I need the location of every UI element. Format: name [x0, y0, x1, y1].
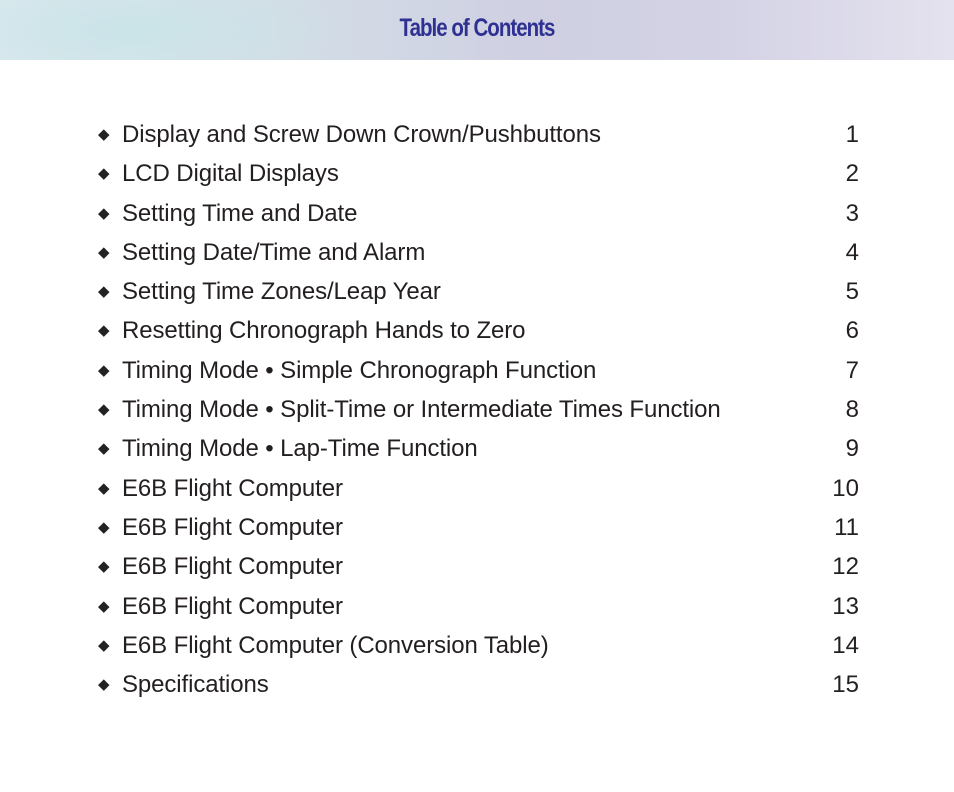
toc-entry-title: E6B Flight Computer: [122, 513, 343, 541]
toc-entry-title: Specifications: [122, 671, 269, 699]
toc-entry-page: 10: [832, 474, 859, 502]
diamond-bullet-icon: ◆: [98, 676, 110, 694]
toc-entry[interactable]: ◆ LCD Digital Displays 2: [97, 156, 859, 195]
toc-entry-title: Setting Time Zones/Leap Year: [122, 278, 441, 306]
diamond-bullet-icon: ◆: [98, 558, 110, 576]
toc-entry[interactable]: ◆ E6B Flight Computer 11: [97, 510, 859, 549]
page-title: Table of Contents: [399, 14, 556, 42]
toc-entry-page: 14: [832, 631, 859, 659]
toc-entry-title: E6B Flight Computer: [122, 474, 343, 502]
toc-entry-page: 7: [845, 356, 859, 384]
diamond-bullet-icon: ◆: [98, 283, 110, 301]
diamond-bullet-icon: ◆: [98, 479, 110, 497]
toc-entry[interactable]: ◆ E6B Flight Computer 13: [97, 589, 859, 628]
toc-entry[interactable]: ◆ Resetting Chronograph Hands to Zero 6: [97, 313, 859, 352]
toc-entry[interactable]: ◆ Timing Mode • Simple Chronograph Funct…: [97, 353, 859, 392]
toc-entry-page: 11: [834, 513, 859, 541]
toc-entry-title: E6B Flight Computer: [122, 592, 343, 620]
toc-entry-page: 15: [832, 671, 859, 699]
toc-entry-title: Resetting Chronograph Hands to Zero: [122, 317, 526, 345]
header-banner: Table of Contents: [0, 0, 954, 60]
toc-entry-page: 13: [832, 592, 859, 620]
toc-entry-title: Setting Date/Time and Alarm: [122, 238, 426, 266]
toc-entry-title: E6B Flight Computer (Conversion Table): [122, 631, 549, 659]
toc-entry-title: Timing Mode • Split-Time or Intermediate…: [122, 396, 721, 424]
diamond-bullet-icon: ◆: [98, 361, 110, 379]
diamond-bullet-icon: ◆: [98, 597, 110, 615]
diamond-bullet-icon: ◆: [98, 636, 110, 654]
toc-entry[interactable]: ◆ E6B Flight Computer 12: [97, 549, 859, 588]
toc-entry-page: 1: [845, 121, 859, 148]
toc-entry[interactable]: ◆ Timing Mode • Split-Time or Intermedia…: [97, 392, 859, 431]
toc-entry-page: 8: [845, 396, 859, 424]
toc-entry[interactable]: ◆ Specifications 15: [97, 667, 859, 706]
toc-entry[interactable]: ◆ Setting Date/Time and Alarm 4: [97, 235, 859, 274]
toc-entry[interactable]: ◆ Setting Time and Date 3: [97, 196, 859, 235]
toc-entry[interactable]: ◆ E6B Flight Computer 10: [97, 471, 859, 510]
toc-entry[interactable]: ◆ Setting Time Zones/Leap Year 5: [97, 274, 859, 313]
toc-entry-title: Display and Screw Down Crown/Pushbuttons: [122, 121, 601, 148]
toc-entry[interactable]: ◆ Timing Mode • Lap-Time Function 9: [97, 431, 859, 470]
toc-entry-page: 3: [845, 199, 859, 227]
toc-entry-title: Timing Mode • Simple Chronograph Functio…: [122, 356, 597, 384]
diamond-bullet-icon: ◆: [98, 518, 110, 536]
diamond-bullet-icon: ◆: [98, 126, 110, 143]
toc-entry-page: 6: [845, 317, 859, 345]
toc-entry-page: 4: [845, 238, 859, 266]
diamond-bullet-icon: ◆: [98, 322, 110, 340]
toc-entry[interactable]: ◆ E6B Flight Computer (Conversion Table)…: [97, 628, 859, 667]
toc-entry-title: Setting Time and Date: [122, 199, 358, 227]
diamond-bullet-icon: ◆: [98, 204, 110, 222]
diamond-bullet-icon: ◆: [98, 440, 110, 458]
diamond-bullet-icon: ◆: [98, 243, 110, 261]
diamond-bullet-icon: ◆: [98, 165, 110, 183]
toc-entry-title: E6B Flight Computer: [122, 553, 343, 581]
toc-entry-title: Timing Mode • Lap-Time Function: [122, 435, 478, 463]
toc-entry-page: 12: [832, 553, 859, 581]
toc-entry-page: 9: [845, 435, 859, 463]
toc-entry-title: LCD Digital Displays: [122, 160, 339, 188]
toc-entry[interactable]: ◆ Display and Screw Down Crown/Pushbutto…: [97, 117, 859, 156]
toc-entry-page: 5: [845, 278, 859, 306]
toc-entry-page: 2: [845, 160, 859, 188]
table-of-contents: ◆ Display and Screw Down Crown/Pushbutto…: [97, 117, 859, 706]
diamond-bullet-icon: ◆: [98, 401, 110, 419]
